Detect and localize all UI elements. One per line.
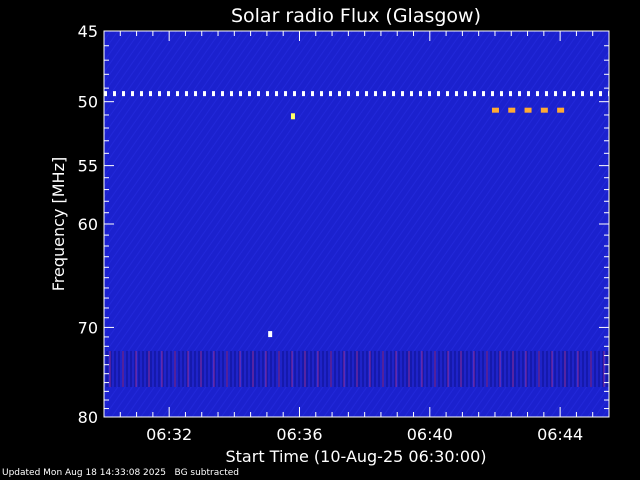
y-axis-label: Frequency [MHz]	[49, 157, 68, 291]
spot-mark	[268, 331, 273, 338]
burst-mark	[508, 107, 516, 113]
x-tick-label: 06:44	[537, 425, 583, 444]
chart-title: Solar radio Flux (Glasgow)	[231, 5, 481, 27]
spot-mark	[290, 113, 295, 120]
burst-mark	[491, 107, 499, 113]
x-tick-label: 06:36	[276, 425, 322, 444]
y-tick-label: 80	[78, 408, 98, 427]
y-tick-label: 60	[78, 215, 98, 234]
x-tick-label: 06:32	[146, 425, 192, 444]
footer-updated: Updated Mon Aug 18 14:33:08 2025	[2, 468, 166, 478]
spectrogram-chart: Solar radio Flux (Glasgow) 455055607080 …	[49, 5, 610, 466]
y-tick-label: 70	[78, 318, 98, 337]
footer-status: Updated Mon Aug 18 14:33:08 2025 BG subt…	[2, 468, 239, 478]
plot-area	[104, 31, 609, 417]
burst-mark	[557, 107, 565, 113]
y-tick-label: 55	[78, 157, 98, 176]
footer-note: BG subtracted	[174, 468, 239, 478]
burst-mark	[540, 107, 548, 113]
x-tick-label: 06:40	[407, 425, 453, 444]
y-tick-label: 45	[78, 22, 98, 41]
x-axis-label: Start Time (10-Aug-25 06:30:00)	[226, 447, 487, 466]
y-tick-label: 50	[78, 93, 98, 112]
burst-mark	[524, 107, 532, 113]
